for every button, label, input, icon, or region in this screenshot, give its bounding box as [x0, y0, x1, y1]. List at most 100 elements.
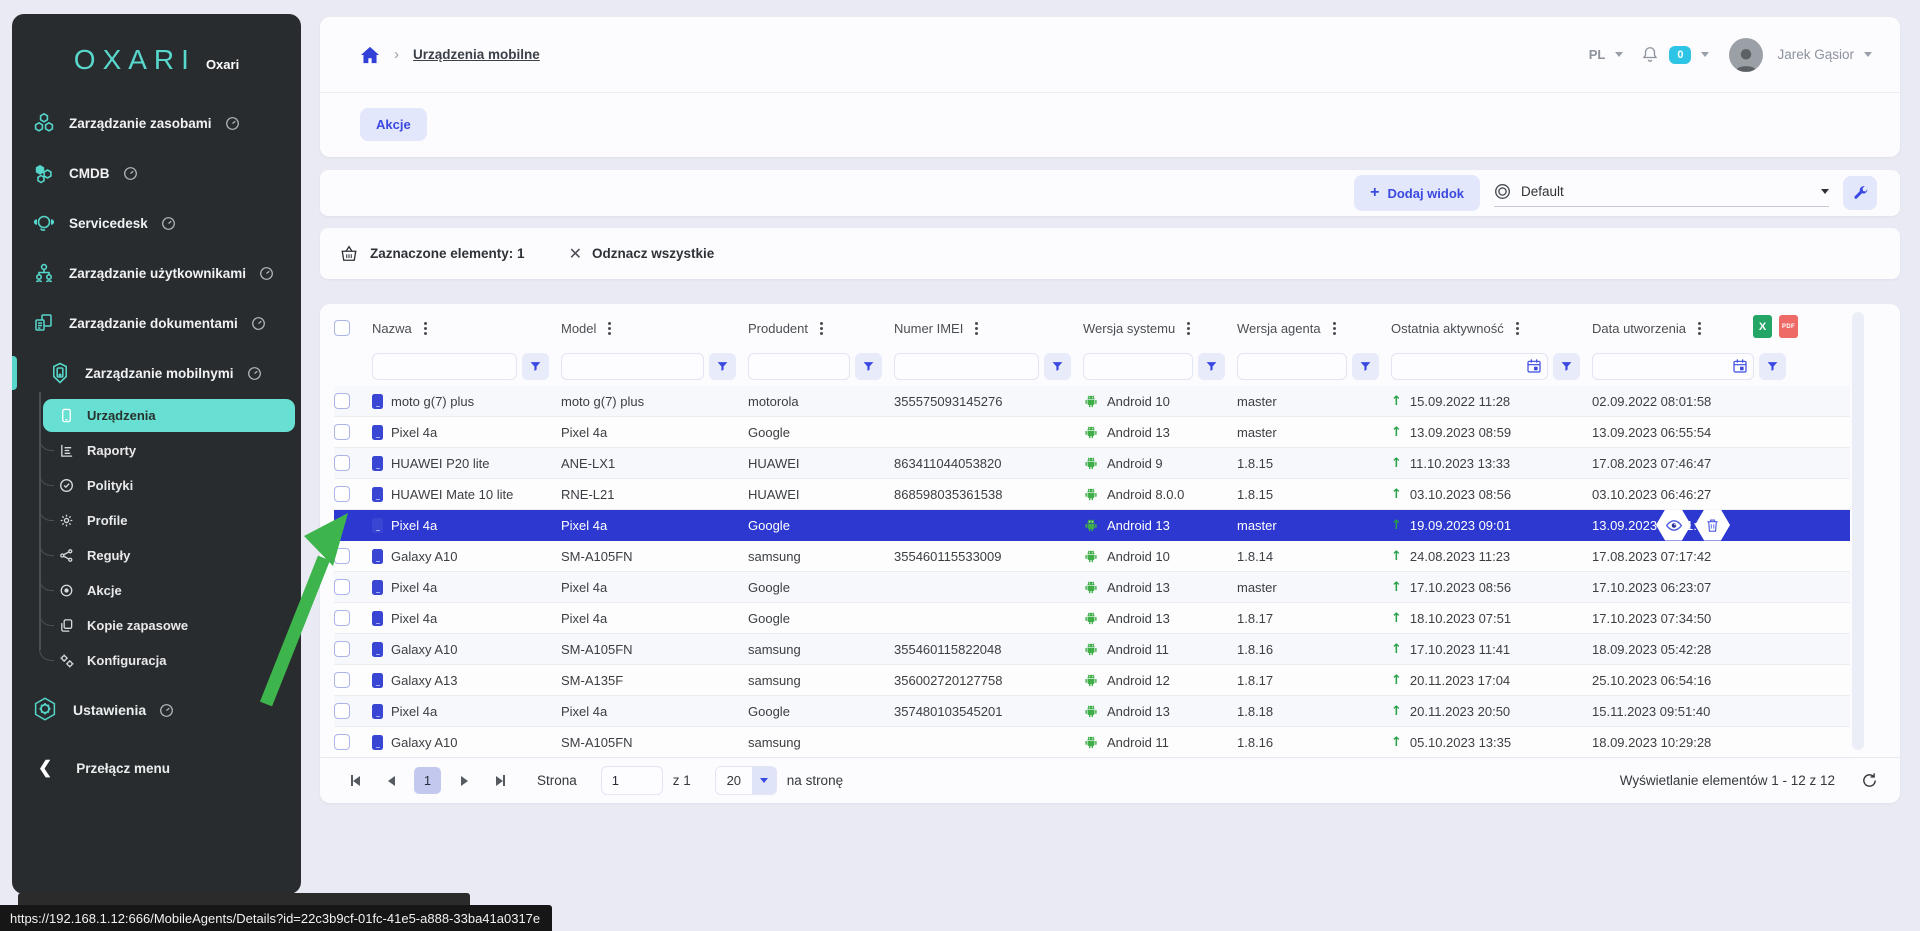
filter-input-created[interactable] — [1593, 354, 1732, 379]
view-settings-button[interactable] — [1843, 176, 1877, 210]
sidebar-item-rules[interactable]: Reguły — [12, 538, 301, 573]
sidebar-item-policies[interactable]: Polityki — [12, 468, 301, 503]
home-icon[interactable] — [360, 46, 380, 64]
filter-icon[interactable] — [1553, 353, 1580, 380]
android-icon — [1083, 673, 1099, 687]
device-name: Galaxy A10 — [391, 642, 458, 657]
sidebar-item-documents[interactable]: Zarządzanie dokumentami — [12, 298, 301, 348]
filter-icon[interactable] — [1352, 353, 1379, 380]
user-name[interactable]: Jarek Gąsior — [1777, 47, 1854, 62]
sidebar-item-mobile[interactable]: Zarządzanie mobilnymi — [12, 348, 301, 398]
filter-icon[interactable] — [1044, 353, 1071, 380]
chevron-down-icon[interactable] — [1615, 52, 1623, 57]
page-input[interactable] — [601, 766, 663, 795]
sidebar-item-settings[interactable]: Ustawienia — [12, 684, 301, 736]
sidebar-item-reports[interactable]: Raporty — [12, 433, 301, 468]
table-row[interactable]: ✓ Galaxy A10 SM-A105FN samsung 355460115… — [334, 541, 1850, 572]
row-checkbox[interactable] — [334, 672, 350, 688]
menu-dots-icon[interactable] — [1330, 319, 1339, 338]
sidebar-item-configuration[interactable]: Konfiguracja — [12, 643, 301, 678]
filter-icon[interactable] — [522, 353, 549, 380]
row-checkbox[interactable] — [334, 548, 350, 564]
sidebar-item-backups[interactable]: Kopie zapasowe — [12, 608, 301, 643]
view-select[interactable]: Default — [1494, 183, 1829, 207]
menu-dots-icon[interactable] — [421, 319, 430, 338]
add-view-button[interactable]: + Dodaj widok — [1354, 175, 1480, 211]
table-row[interactable]: ✓ HUAWEI Mate 10 lite RNE-L21 HUAWEI 868… — [334, 479, 1850, 510]
sidebar-item-cmdb[interactable]: CMDB — [12, 148, 301, 198]
table-row[interactable]: ✓ Pixel 4a Pixel 4a Google Android 13 ma… — [334, 510, 1850, 541]
filter-input-imei[interactable] — [895, 354, 1038, 379]
delete-device-button[interactable] — [1695, 510, 1730, 541]
refresh-icon[interactable] — [1861, 772, 1878, 789]
chevron-down-icon[interactable] — [1701, 52, 1709, 57]
row-checkbox[interactable] — [334, 455, 350, 471]
table-row[interactable]: ✓ Galaxy A10 SM-A105FN samsung 355460115… — [334, 634, 1850, 665]
row-checkbox[interactable] — [334, 610, 350, 626]
table-row[interactable]: ✓ Galaxy A13 SM-A135F samsung 3560027201… — [334, 665, 1850, 696]
prev-page-icon[interactable] — [378, 768, 404, 794]
row-checkbox[interactable] — [334, 734, 350, 750]
filter-input-system[interactable] — [1084, 354, 1192, 379]
breadcrumb-current[interactable]: Urządzenia mobilne — [413, 47, 540, 62]
table-row[interactable]: ✓ moto g(7) plus moto g(7) plus motorola… — [334, 386, 1850, 417]
sidebar-item-servicedesk[interactable]: Servicedesk — [12, 198, 301, 248]
view-device-button[interactable] — [1656, 510, 1691, 541]
table-row[interactable]: ✓ HUAWEI P20 lite ANE-LX1 HUAWEI 8634110… — [334, 448, 1850, 479]
filter-icon[interactable] — [1198, 353, 1225, 380]
sidebar-item-devices[interactable]: Urządzenia — [12, 398, 301, 433]
filter-input-last-activity[interactable] — [1392, 354, 1526, 379]
excel-export-icon[interactable]: X — [1753, 315, 1772, 338]
calendar-icon[interactable] — [1732, 358, 1748, 374]
language-selector[interactable]: PL — [1589, 47, 1606, 62]
actions-button[interactable]: Akcje — [360, 108, 427, 141]
row-checkbox[interactable] — [334, 486, 350, 502]
device-created: 17.10.2023 07:34:50 — [1592, 611, 1711, 626]
filter-input-agent[interactable] — [1238, 354, 1346, 379]
page-size-select[interactable]: 20 — [715, 766, 777, 795]
deselect-all-button[interactable]: ✕ Odznacz wszystkie — [569, 244, 715, 264]
chevron-down-icon[interactable] — [1864, 52, 1872, 57]
menu-dots-icon[interactable] — [1695, 319, 1704, 338]
sidebar-item-assets[interactable]: Zarządzanie zasobami — [12, 98, 301, 148]
filter-icon[interactable] — [1759, 353, 1786, 380]
notification-badge[interactable]: 0 — [1669, 46, 1691, 64]
table-row[interactable]: ✓ Pixel 4a Pixel 4a Google Android 13 1.… — [334, 603, 1850, 634]
select-all-checkbox[interactable] — [334, 320, 350, 336]
row-checkbox[interactable] — [334, 424, 350, 440]
menu-dots-icon[interactable] — [605, 319, 614, 338]
filter-input-producer[interactable] — [749, 354, 849, 379]
device-system-version: Android 12 — [1107, 673, 1170, 688]
menu-dots-icon[interactable] — [817, 319, 826, 338]
menu-dots-icon[interactable] — [1513, 319, 1522, 338]
table-row[interactable]: ✓ Galaxy A10 SM-A105FN samsung Android 1… — [334, 727, 1850, 758]
table-row[interactable]: ✓ Pixel 4a Pixel 4a Google 3574801035452… — [334, 696, 1850, 727]
row-checkbox[interactable] — [334, 579, 350, 595]
device-last-activity: 17.10.2023 08:56 — [1410, 580, 1511, 595]
device-system-version: Android 13 — [1107, 704, 1170, 719]
menu-dots-icon[interactable] — [1184, 319, 1193, 338]
row-checkbox[interactable] — [334, 703, 350, 719]
table-row[interactable]: ✓ Pixel 4a Pixel 4a Google Android 13 ma… — [334, 417, 1850, 448]
calendar-icon[interactable] — [1526, 358, 1542, 374]
row-checkbox[interactable] — [334, 641, 350, 657]
sidebar-item-actions[interactable]: Akcje — [12, 573, 301, 608]
next-page-icon[interactable] — [451, 768, 477, 794]
last-page-icon[interactable] — [487, 768, 513, 794]
page-number-button[interactable]: 1 — [414, 767, 441, 794]
filter-input-name[interactable] — [373, 354, 516, 379]
sidebar-toggle[interactable]: ❮ Przełącz menu — [12, 746, 301, 790]
sidebar-item-users[interactable]: Zarządzanie użytkownikami — [12, 248, 301, 298]
pdf-export-icon[interactable]: PDF — [1779, 315, 1798, 338]
first-page-icon[interactable] — [342, 768, 368, 794]
filter-icon[interactable] — [709, 353, 736, 380]
bell-icon[interactable] — [1641, 45, 1659, 64]
menu-dots-icon[interactable] — [972, 319, 981, 338]
sidebar-item-profiles[interactable]: Profile — [12, 503, 301, 538]
avatar[interactable] — [1729, 38, 1763, 72]
table-scrollbar[interactable] — [1852, 312, 1864, 750]
row-checkbox[interactable] — [334, 393, 350, 409]
filter-input-model[interactable] — [562, 354, 703, 379]
filter-icon[interactable] — [855, 353, 882, 380]
table-row[interactable]: ✓ Pixel 4a Pixel 4a Google Android 13 ma… — [334, 572, 1850, 603]
